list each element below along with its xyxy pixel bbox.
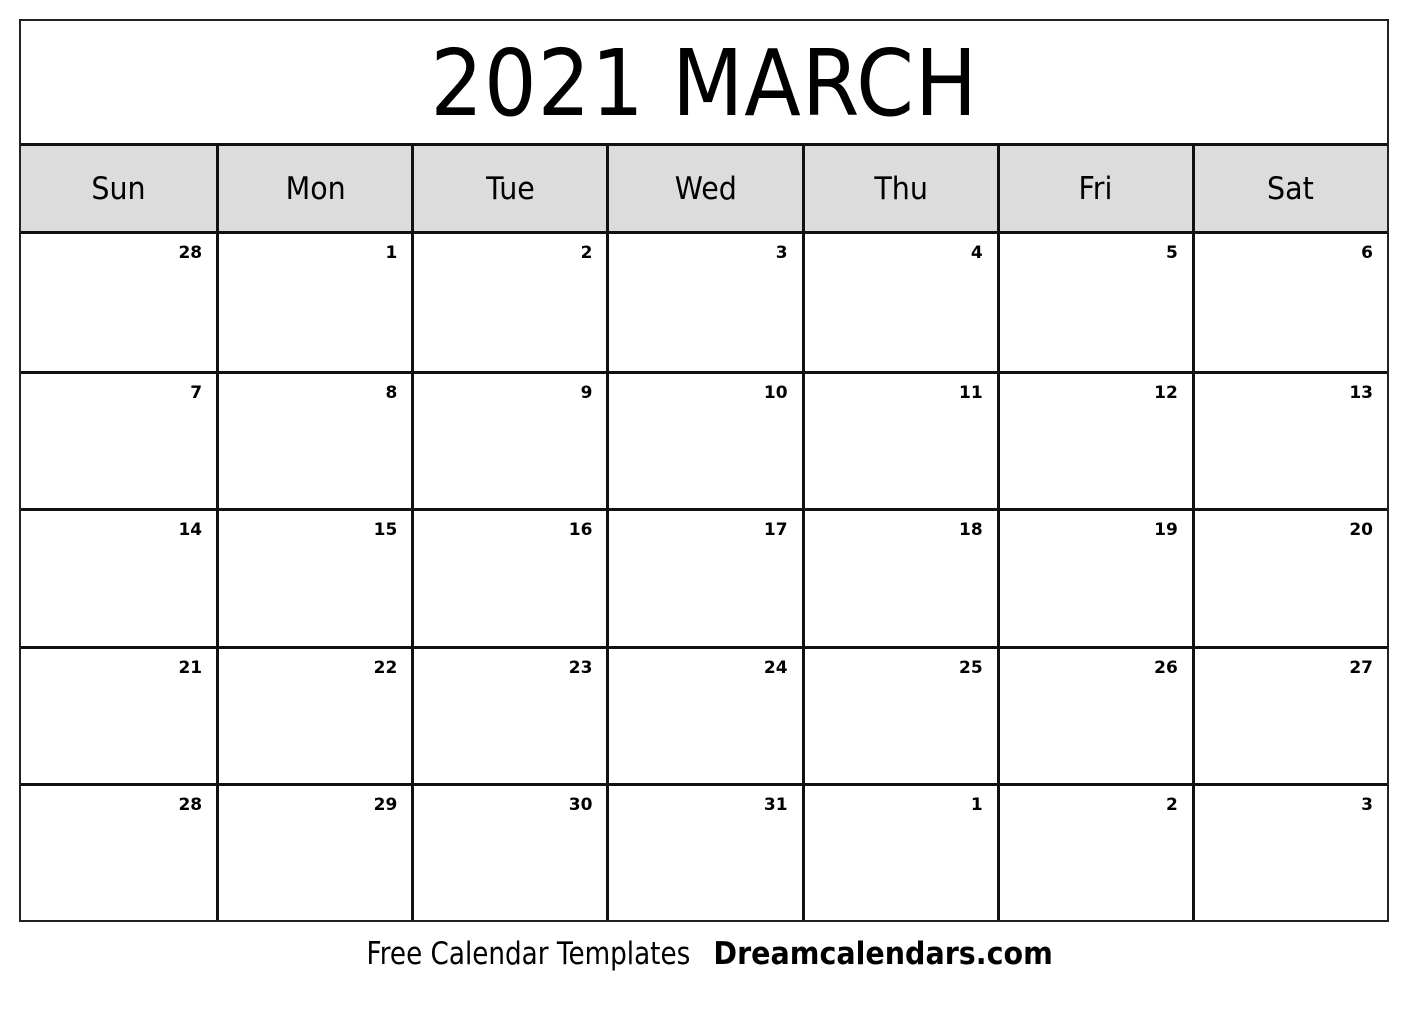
- day-number: 21: [178, 657, 203, 678]
- day-number: 16: [568, 520, 593, 541]
- title-band: 2021 MARCH: [21, 21, 1387, 143]
- day-number: 9: [580, 383, 593, 404]
- day-cell[interactable]: 24: [606, 645, 802, 783]
- day-number: 2: [1166, 794, 1178, 815]
- calendar-title: 2021 MARCH: [430, 30, 978, 137]
- day-number: 31: [763, 794, 788, 815]
- day-cell[interactable]: 26: [996, 645, 1192, 783]
- weekday-thu: Thu: [801, 146, 997, 231]
- day-number: 10: [763, 383, 788, 404]
- day-number: 17: [763, 520, 788, 541]
- day-number: 20: [1349, 520, 1373, 541]
- footer-text: Free Calendar Templates: [366, 936, 691, 972]
- day-cell[interactable]: 20: [1191, 508, 1387, 646]
- day-cell[interactable]: 29: [216, 782, 412, 920]
- day-cell[interactable]: 2: [996, 782, 1192, 920]
- footer-site-link[interactable]: Dreamcalendars.com: [714, 936, 1053, 972]
- day-number: 23: [568, 657, 593, 678]
- day-cell[interactable]: 10: [606, 371, 802, 509]
- day-cell[interactable]: 5: [996, 234, 1192, 372]
- weekday-label: Mon: [285, 170, 346, 207]
- day-number: 3: [775, 243, 788, 263]
- weekday-label: Sat: [1267, 170, 1315, 207]
- weekday-label: Sun: [91, 170, 146, 207]
- day-cell[interactable]: 25: [801, 645, 997, 783]
- day-number: 28: [178, 243, 203, 263]
- day-cell[interactable]: 14: [21, 508, 217, 645]
- day-cell[interactable]: 1: [216, 234, 411, 372]
- day-number: 19: [1154, 520, 1178, 541]
- weekday-label: Thu: [873, 170, 928, 207]
- footer: Free Calendar Templates Dreamcalendars.c…: [0, 936, 1406, 972]
- day-cell[interactable]: 31: [606, 782, 802, 920]
- day-cell[interactable]: 21: [21, 645, 217, 783]
- day-number: 27: [1349, 657, 1373, 678]
- day-number: 4: [970, 243, 983, 263]
- day-number: 3: [1361, 794, 1373, 815]
- day-cell[interactable]: 13: [1191, 371, 1387, 509]
- day-cell[interactable]: 8: [216, 371, 412, 509]
- day-cell[interactable]: 4: [801, 234, 997, 372]
- day-cell[interactable]: 18: [801, 508, 997, 646]
- day-grid: 28 1 2 3 4 5 6 7 8 9 10 11 12 13 14 15 16 17 18 19 20 21 22 23 2…: [21, 234, 1387, 920]
- day-number: 8: [385, 383, 398, 404]
- weekday-tue: Tue: [411, 146, 606, 231]
- weekday-label: Fri: [1078, 170, 1113, 207]
- calendar: 2021 MARCH Sun Mon Tue Wed Thu Fri Sat 2…: [19, 19, 1389, 922]
- day-number: 7: [190, 383, 203, 404]
- day-number: 2: [580, 243, 593, 263]
- day-cell[interactable]: 27: [1191, 645, 1387, 783]
- day-cell[interactable]: 2: [411, 234, 606, 372]
- day-cell[interactable]: 28: [21, 782, 217, 920]
- day-cell[interactable]: 9: [411, 371, 607, 509]
- day-number: 6: [1361, 243, 1373, 263]
- day-number: 11: [959, 383, 983, 404]
- day-number: 1: [385, 243, 398, 263]
- weekday-label: Tue: [485, 170, 535, 207]
- weekday-fri: Fri: [996, 146, 1192, 231]
- day-cell[interactable]: 6: [1191, 234, 1387, 372]
- weekday-sun: Sun: [21, 146, 216, 231]
- day-cell[interactable]: 11: [801, 371, 997, 509]
- day-number: 24: [763, 657, 788, 678]
- day-number: 15: [373, 520, 398, 541]
- day-number: 5: [1166, 243, 1178, 263]
- day-number: 18: [959, 520, 983, 541]
- day-cell[interactable]: 15: [216, 508, 412, 646]
- weekday-header-row: Sun Mon Tue Wed Thu Fri Sat: [21, 143, 1387, 234]
- day-cell[interactable]: 22: [216, 645, 412, 783]
- day-number: 30: [568, 794, 593, 815]
- day-number: 29: [373, 794, 398, 815]
- day-cell[interactable]: 3: [606, 234, 801, 372]
- day-cell[interactable]: 17: [606, 508, 802, 646]
- weekday-wed: Wed: [606, 146, 801, 231]
- day-cell[interactable]: 30: [411, 782, 607, 920]
- day-number: 14: [178, 520, 203, 541]
- day-number: 13: [1349, 383, 1373, 404]
- weekday-mon: Mon: [216, 146, 411, 231]
- day-number: 12: [1154, 383, 1178, 404]
- day-cell[interactable]: 1: [801, 782, 997, 920]
- day-cell[interactable]: 3: [1191, 782, 1387, 920]
- day-cell[interactable]: 16: [411, 508, 607, 646]
- day-number: 22: [373, 657, 398, 678]
- day-number: 28: [178, 794, 203, 815]
- day-cell[interactable]: 7: [21, 371, 217, 508]
- day-number: 25: [959, 657, 983, 678]
- day-number: 26: [1154, 657, 1178, 678]
- day-cell[interactable]: 12: [996, 371, 1192, 509]
- day-cell[interactable]: 19: [996, 508, 1192, 646]
- day-cell[interactable]: 23: [411, 645, 607, 783]
- weekday-label: Wed: [674, 170, 737, 207]
- weekday-sat: Sat: [1191, 146, 1387, 231]
- day-number: 1: [970, 794, 983, 815]
- day-cell[interactable]: 28: [21, 234, 216, 371]
